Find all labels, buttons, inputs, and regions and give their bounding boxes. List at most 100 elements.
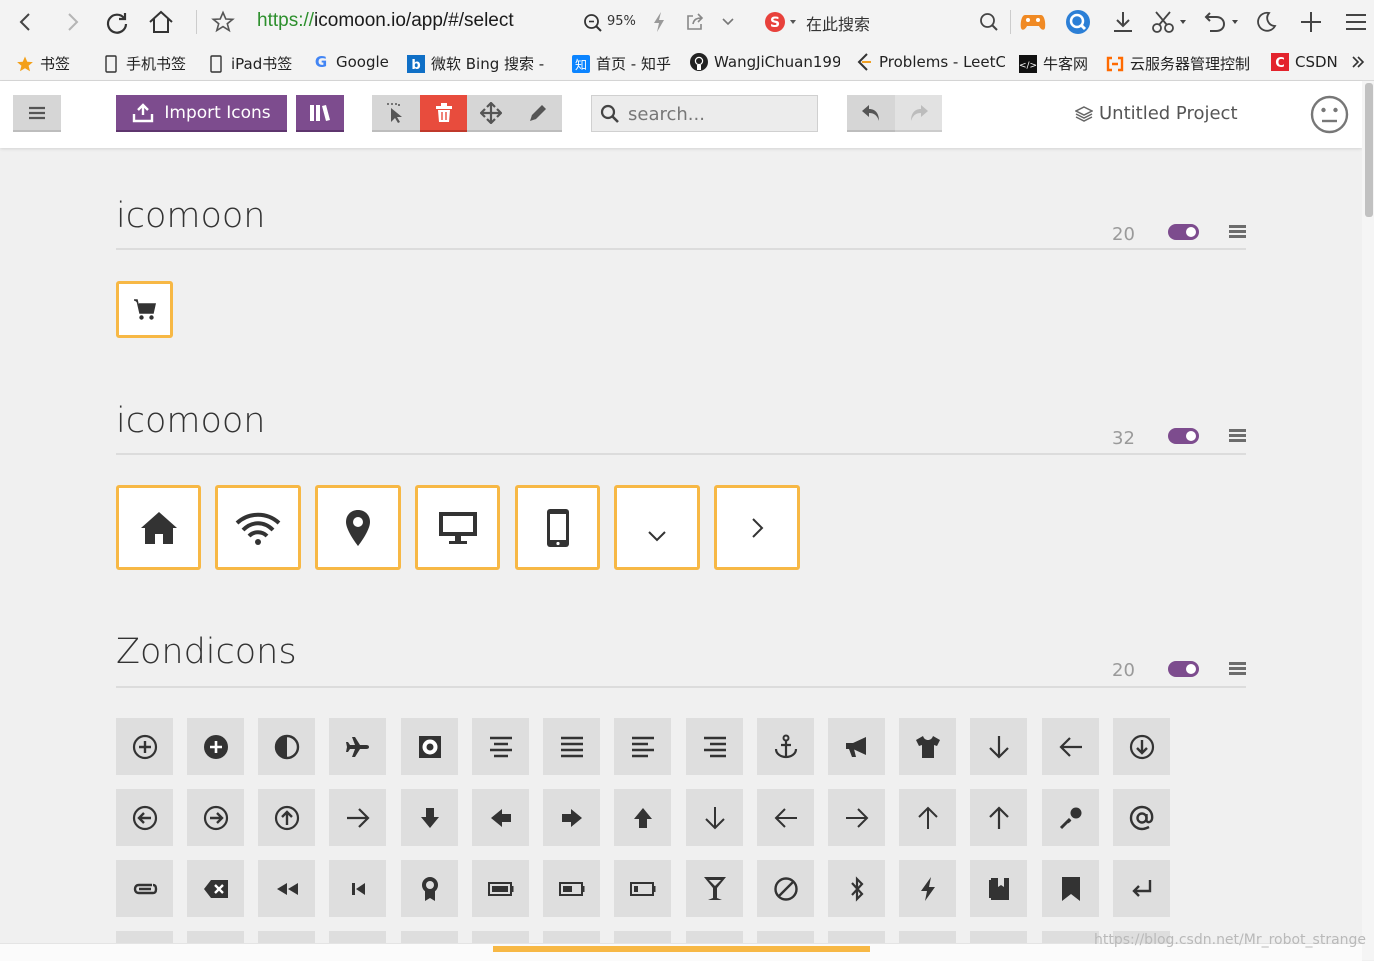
bookmark-item[interactable]: 知 首页 - 知乎: [572, 53, 680, 74]
project-selector[interactable]: Untitled Project: [1075, 103, 1238, 124]
icon-tile[interactable]: [401, 718, 458, 775]
icon-tile[interactable]: [614, 718, 671, 775]
icon-tile[interactable]: [543, 718, 600, 775]
icon-tile[interactable]: [187, 860, 244, 917]
undo-button[interactable]: [847, 95, 895, 132]
icon-tile[interactable]: [1042, 860, 1099, 917]
icon-tile[interactable]: [258, 789, 315, 846]
icon-tile[interactable]: [543, 789, 600, 846]
icon-tile[interactable]: [970, 860, 1027, 917]
move-tool-button[interactable]: [467, 95, 514, 132]
edit-tool-button[interactable]: [514, 95, 562, 132]
icon-tile[interactable]: [543, 860, 600, 917]
icon-tile[interactable]: [329, 789, 386, 846]
game-button[interactable]: [1019, 10, 1047, 34]
main-menu-button[interactable]: [13, 95, 61, 132]
icon-tile-chevron-down[interactable]: [614, 485, 700, 570]
icon-tile[interactable]: [401, 789, 458, 846]
bookmark-item[interactable]: 手机书签: [102, 53, 194, 74]
icon-tile[interactable]: [757, 718, 814, 775]
icon-tile[interactable]: [472, 789, 529, 846]
icon-tile[interactable]: [828, 860, 885, 917]
scrollbar-thumb[interactable]: [1365, 83, 1373, 217]
bookmark-item[interactable]: WangJiChuan199: [690, 53, 840, 71]
address-bar-url[interactable]: https://icomoon.io/app/#/select: [257, 10, 514, 32]
forward-button[interactable]: [60, 10, 84, 34]
icon-tile[interactable]: [757, 789, 814, 846]
icon-library-button[interactable]: [296, 95, 344, 132]
bookmarks-overflow-button[interactable]: [1350, 53, 1366, 71]
icon-tile-monitor[interactable]: [415, 485, 500, 570]
icon-tile[interactable]: [258, 860, 315, 917]
icon-tile[interactable]: [614, 860, 671, 917]
icon-tile-mobile[interactable]: [515, 485, 600, 570]
search-input[interactable]: [628, 102, 808, 126]
home-button[interactable]: [147, 9, 175, 35]
bookmark-item[interactable]: Problems - LeetC: [855, 53, 1005, 71]
selection-bar-highlight[interactable]: [493, 946, 870, 952]
icon-tile[interactable]: [1042, 718, 1099, 775]
icon-tile[interactable]: [329, 718, 386, 775]
icon-tile[interactable]: [1113, 789, 1170, 846]
browser-search-box[interactable]: 在此搜索: [806, 11, 870, 35]
set-toggle[interactable]: [1168, 224, 1199, 240]
browser-menu-button[interactable]: [1344, 10, 1368, 34]
icon-tile[interactable]: [329, 860, 386, 917]
icon-tile[interactable]: [401, 860, 458, 917]
icon-tile[interactable]: [757, 860, 814, 917]
import-icons-button[interactable]: Import Icons: [116, 95, 287, 132]
icon-tile[interactable]: [472, 718, 529, 775]
icon-tile[interactable]: [1042, 789, 1099, 846]
set-menu-button[interactable]: [1229, 225, 1246, 238]
new-tab-button[interactable]: [1299, 10, 1323, 34]
icon-tile[interactable]: [614, 789, 671, 846]
icon-tile[interactable]: [116, 860, 173, 917]
set-menu-button[interactable]: [1229, 662, 1246, 675]
icon-tile[interactable]: [828, 789, 885, 846]
flash-button[interactable]: [650, 10, 668, 34]
select-tool-button[interactable]: [372, 95, 420, 132]
icon-tile[interactable]: [899, 860, 956, 917]
icon-tile[interactable]: [116, 718, 173, 775]
icon-tile-wifi[interactable]: [215, 485, 301, 570]
bookmark-item[interactable]: 书签: [16, 53, 80, 74]
screenshot-button[interactable]: [1150, 10, 1188, 34]
user-avatar-button[interactable]: [1310, 95, 1349, 134]
icon-tile[interactable]: [970, 789, 1027, 846]
zoom-control[interactable]: [582, 12, 604, 34]
set-toggle[interactable]: [1168, 428, 1199, 444]
bookmark-item[interactable]: C CSDN: [1271, 53, 1339, 71]
icon-tile[interactable]: [899, 718, 956, 775]
icon-tile[interactable]: [970, 718, 1027, 775]
icon-tile[interactable]: [686, 789, 743, 846]
icon-tile-location[interactable]: [315, 485, 401, 570]
bookmark-item[interactable]: b 微软 Bing 搜索 -: [407, 53, 557, 74]
bookmark-item[interactable]: 云服务器管理控制: [1106, 53, 1254, 74]
icon-tile[interactable]: [1113, 718, 1170, 775]
delete-tool-button[interactable]: [420, 95, 467, 132]
set-toggle[interactable]: [1168, 661, 1199, 677]
bookmark-star-button[interactable]: [211, 10, 235, 34]
icon-tile[interactable]: [686, 860, 743, 917]
reload-button[interactable]: [104, 10, 130, 36]
icon-tile-home[interactable]: [116, 485, 201, 570]
icon-tile-cart[interactable]: [116, 281, 173, 338]
icon-tile-chevron-right[interactable]: [714, 485, 800, 570]
icon-tile[interactable]: [828, 718, 885, 775]
set-menu-button[interactable]: [1229, 429, 1246, 442]
search-engine-selector[interactable]: S: [764, 10, 800, 34]
icon-tile[interactable]: [116, 789, 173, 846]
icon-tile[interactable]: [187, 718, 244, 775]
bookmark-item[interactable]: iPad书签: [207, 53, 301, 74]
icon-tile[interactable]: [899, 789, 956, 846]
undo-close-button[interactable]: [1202, 10, 1240, 34]
back-button[interactable]: [14, 10, 38, 34]
icon-tile[interactable]: [1113, 860, 1170, 917]
icon-tile[interactable]: [686, 718, 743, 775]
bookmark-item[interactable]: </> 牛客网: [1019, 53, 1099, 74]
redo-button[interactable]: [895, 95, 942, 132]
url-dropdown-button[interactable]: [718, 11, 738, 33]
browser-search-button[interactable]: [978, 11, 1000, 33]
icon-tile[interactable]: [472, 860, 529, 917]
icon-tile[interactable]: [187, 789, 244, 846]
